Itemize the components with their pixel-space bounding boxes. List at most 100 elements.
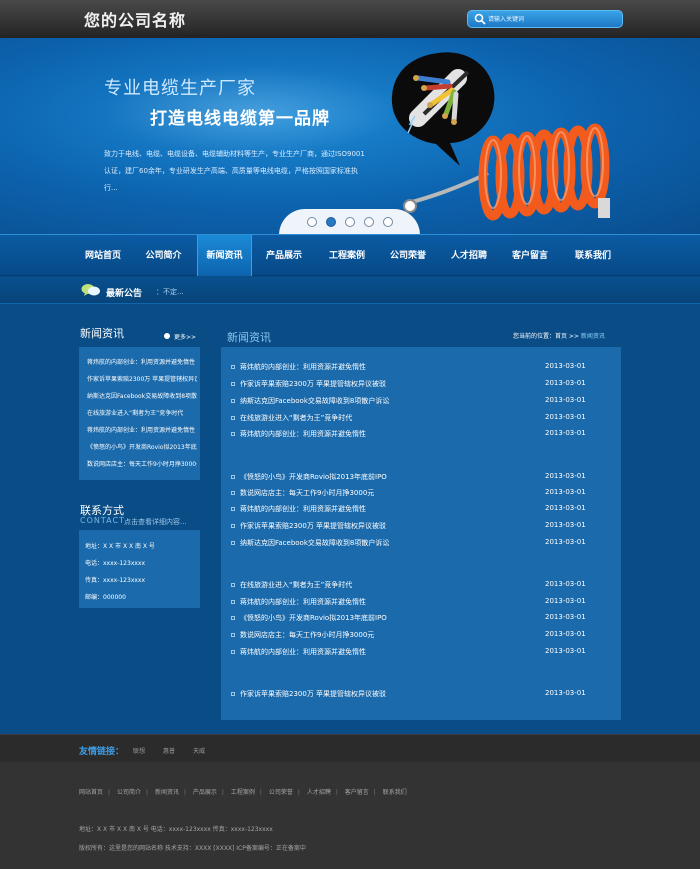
table-row[interactable]: 蒋炜航的内部创业：利用资源并避免惰性 2013-03-01: [231, 597, 611, 609]
nav-item-contact[interactable]: 联系我们: [567, 235, 619, 276]
breadcrumb: 您当前的位置：首页 >> 新闻资讯: [513, 331, 605, 340]
footer-link-contact[interactable]: 联系我们: [383, 789, 407, 796]
breadcrumb-current: 新闻资讯: [580, 333, 605, 340]
friend-link-lenovo[interactable]: 联想: [133, 746, 145, 755]
square-bullet-icon: [231, 633, 235, 637]
slide-dot-3[interactable]: [345, 217, 355, 227]
table-row[interactable]: 纳斯达克因Facebook交易故障收到8项散户诉讼 2013-03-01: [231, 396, 611, 408]
table-row[interactable]: 作家诉苹果索赔2300万 苹果提管辖权异议被驳 2013-03-01: [231, 379, 611, 391]
news-title[interactable]: 数说网店店主：每天工作9小时月挣3000元: [240, 488, 374, 498]
news-date: 2013-03-01: [545, 689, 586, 697]
news-title[interactable]: 蒋炜航的内部创业：利用资源并避免惰性: [240, 429, 366, 439]
news-title[interactable]: 《愤怒的小鸟》开发商Rovio拟2013年底前IPO: [240, 472, 387, 482]
footer-link-products[interactable]: 产品展示: [193, 789, 217, 796]
table-row[interactable]: 作家诉苹果索赔2300万 苹果提管辖权异议被驳 2013-03-01: [231, 689, 611, 701]
search-input[interactable]: [488, 13, 614, 26]
search-icon[interactable]: [474, 13, 486, 25]
footer-link-honors[interactable]: 公司荣誉: [269, 789, 293, 796]
table-row[interactable]: 蒋炜航的内部创业：利用资源并避免惰性 2013-03-01: [231, 647, 611, 659]
separator: |: [221, 789, 224, 796]
news-date: 2013-03-01: [545, 580, 586, 588]
wire-bubble-graphic: [391, 52, 495, 166]
slide-dot-1[interactable]: [307, 217, 317, 227]
separator: |: [335, 789, 338, 796]
news-title[interactable]: 蒋炜航的内部创业：利用资源并避免惰性: [240, 362, 366, 372]
news-title[interactable]: 在线旅游业进入“剩者为王”竞争时代: [240, 580, 352, 590]
friend-link-tianwei[interactable]: 天威: [193, 746, 205, 755]
footer-link-messages[interactable]: 客户留言: [345, 789, 369, 796]
nav-item-jobs[interactable]: 人才招聘: [444, 235, 494, 276]
separator: |: [145, 789, 149, 796]
table-row[interactable]: 蒋炜航的内部创业：利用资源并避免惰性 2013-03-01: [231, 362, 611, 374]
nav-item-products[interactable]: 产品展示: [259, 235, 309, 276]
nav-item-news[interactable]: 新闻资讯: [197, 235, 252, 276]
breadcrumb-prefix[interactable]: 您当前的位置：首页 >>: [513, 333, 581, 340]
news-title[interactable]: 作家诉苹果索赔2300万 苹果提管辖权异议被驳: [240, 689, 386, 699]
sidebar-news-item[interactable]: 《愤怒的小鸟》开发商Rovio拟2013年底前IPO: [87, 442, 197, 451]
slider-pagination: [279, 209, 420, 234]
news-title[interactable]: 蒋炜航的内部创业：利用资源并避免惰性: [240, 647, 366, 657]
search-box[interactable]: [467, 10, 623, 28]
sidebar-news-item[interactable]: 蒋炜航的内部创业：利用资源并避免惰性: [87, 357, 197, 366]
sidebar-news-more-link[interactable]: 更多>>: [174, 332, 196, 341]
sidebar-news-item[interactable]: 纳斯达克因Facebook交易故障收到8项散户诉讼: [87, 391, 197, 400]
contact-more-link[interactable]: 点击查看详细内容...: [124, 517, 187, 527]
news-title[interactable]: 作家诉苹果索赔2300万 苹果提管辖权异议被驳: [240, 521, 386, 531]
footer-link-news[interactable]: 新闻资讯: [155, 789, 179, 796]
slide-dot-4[interactable]: [364, 217, 374, 227]
news-title[interactable]: 蒋炜航的内部创业：利用资源并避免惰性: [240, 504, 366, 514]
sidebar-news-item[interactable]: 在线旅游业进入“剩者为王”竞争时代: [87, 408, 197, 417]
square-bullet-icon: [231, 616, 235, 620]
footer-link-home[interactable]: 网站首页: [79, 789, 103, 796]
table-row[interactable]: 《愤怒的小鸟》开发商Rovio拟2013年底前IPO 2013-03-01: [231, 613, 611, 625]
news-date: 2013-03-01: [545, 521, 586, 529]
sidebar-news-item[interactable]: 数说网店店主：每天工作9小时月挣3000元: [87, 459, 197, 468]
table-row[interactable]: 纳斯达克因Facebook交易故障收到8项散户诉讼 2013-03-01: [231, 538, 611, 550]
footer-link-about[interactable]: 公司简介: [117, 789, 141, 796]
banner-slider: 专业电缆生产厂家 打造电线电缆第一品牌 致力于电线、电缆、电缆设备、电缆辅助材料…: [0, 38, 700, 234]
square-bullet-icon: [231, 491, 235, 495]
news-title[interactable]: 数说网店店主：每天工作9小时月挣3000元: [240, 630, 374, 640]
nav-item-home[interactable]: 网站首页: [79, 235, 127, 276]
nav-item-about[interactable]: 公司简介: [139, 235, 188, 276]
nav-item-honors[interactable]: 公司荣誉: [384, 235, 432, 276]
table-row[interactable]: 蒋炜航的内部创业：利用资源并避免惰性 2013-03-01: [231, 504, 611, 516]
table-row[interactable]: 数说网店店主：每天工作9小时月挣3000元 2013-03-01: [231, 488, 611, 500]
table-row[interactable]: 在线旅游业进入“剩者为王”竞争时代 2013-03-01: [231, 580, 611, 592]
news-title[interactable]: 纳斯达克因Facebook交易故障收到8项散户诉讼: [240, 538, 389, 548]
table-row[interactable]: 数说网店店主：每天工作9小时月挣3000元 2013-03-01: [231, 630, 611, 642]
sidebar-news-title: 新闻资讯: [80, 327, 124, 340]
site-logo[interactable]: 您的公司名称: [84, 7, 186, 31]
news-date: 2013-03-01: [545, 504, 586, 512]
table-row[interactable]: 蒋炜航的内部创业：利用资源并避免惰性 2013-03-01: [231, 429, 611, 441]
table-row[interactable]: 在线旅游业进入“剩者为王”竞争时代 2013-03-01: [231, 413, 611, 425]
sidebar-news-item[interactable]: 蒋炜航的内部创业：利用资源并避免惰性: [87, 425, 197, 434]
table-row[interactable]: 作家诉苹果索赔2300万 苹果提管辖权异议被驳 2013-03-01: [231, 521, 611, 533]
friend-link-hp[interactable]: 惠普: [163, 746, 175, 755]
table-row[interactable]: 《愤怒的小鸟》开发商Rovio拟2013年底前IPO 2013-03-01: [231, 472, 611, 484]
slide-dot-2[interactable]: [326, 217, 336, 227]
contact-fax: 传真：xxxx-123xxxx: [85, 577, 146, 584]
site-header: 您的公司名称: [0, 0, 700, 38]
slide-dot-5[interactable]: [383, 217, 393, 227]
news-title[interactable]: 在线旅游业进入“剩者为王”竞争时代: [240, 413, 352, 423]
news-date: 2013-03-01: [545, 429, 586, 437]
nav-item-messages[interactable]: 客户留言: [505, 235, 555, 276]
news-title[interactable]: 《愤怒的小鸟》开发商Rovio拟2013年底前IPO: [240, 613, 387, 623]
square-bullet-icon: [231, 650, 235, 654]
footer-link-cases[interactable]: 工程案例: [231, 789, 255, 796]
sidebar-news-item[interactable]: 作家诉苹果索赔2300万 苹果提管辖权异议被驳: [87, 374, 197, 383]
news-title[interactable]: 蒋炜航的内部创业：利用资源并避免惰性: [240, 597, 366, 607]
news-title[interactable]: 作家诉苹果索赔2300万 苹果提管辖权异议被驳: [240, 379, 386, 389]
news-title[interactable]: 纳斯达克因Facebook交易故障收到8项散户诉讼: [240, 396, 389, 406]
square-bullet-icon: [231, 382, 235, 386]
square-bullet-icon: [231, 475, 235, 479]
announcement-text[interactable]: ：不定...: [156, 287, 184, 297]
footer-link-jobs[interactable]: 人才招聘: [307, 789, 331, 796]
news-date: 2013-03-01: [545, 472, 586, 480]
footer-navigation: 网站首页 | 公司简介 | 新闻资讯 | 产品展示 | 工程案例 | 公司荣誉 | 人才招聘…: [79, 787, 407, 796]
cable-product-image: [391, 52, 610, 221]
nav-item-cases[interactable]: 工程案例: [321, 235, 373, 276]
chat-bubbles-icon: [81, 284, 100, 296]
banner-subheadline: 打造电线电缆第一品牌: [150, 109, 330, 129]
